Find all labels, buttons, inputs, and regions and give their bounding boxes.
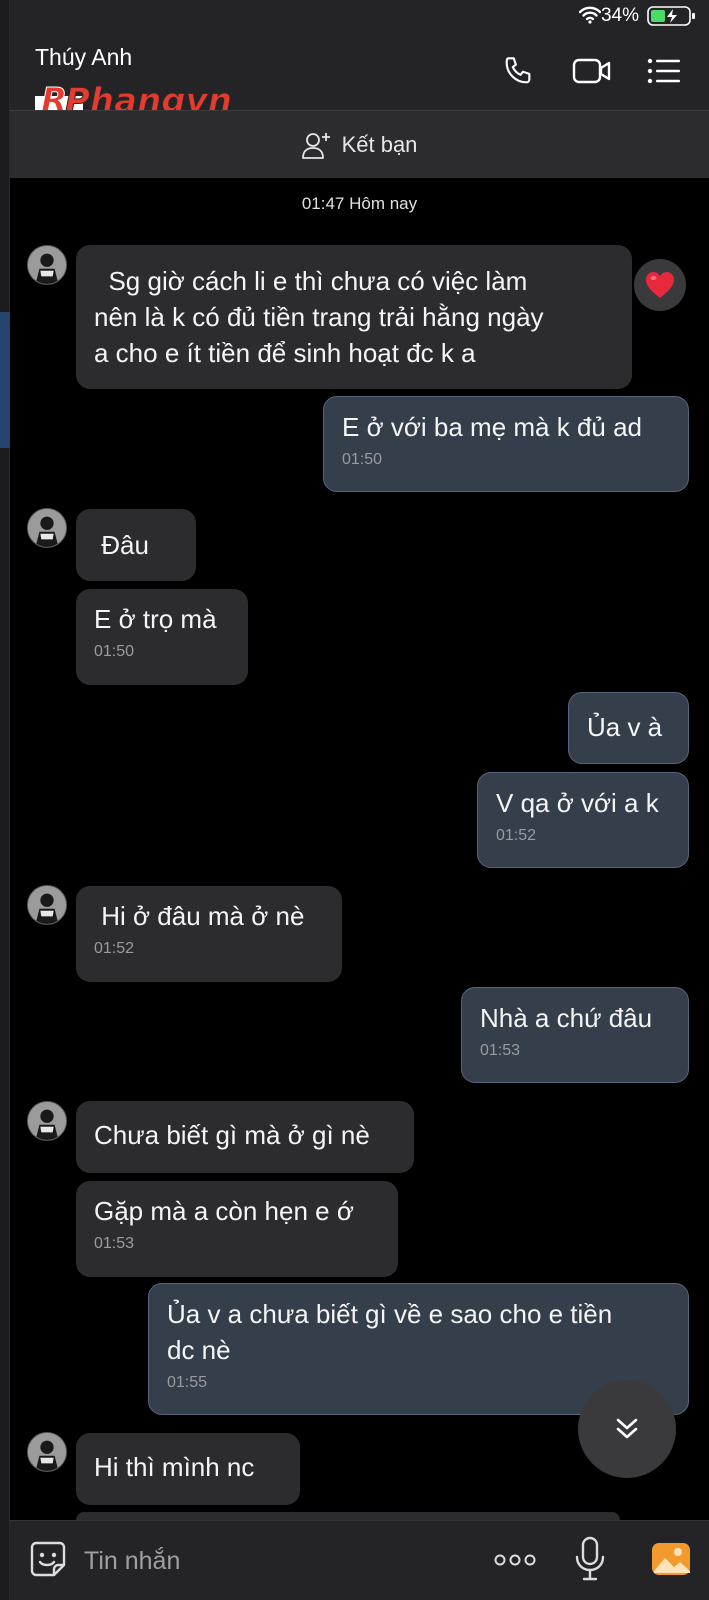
- message-time: 01:53: [94, 1235, 135, 1252]
- add-friend-icon: [301, 132, 330, 159]
- message-bubble-incoming[interactable]: Hi ở đâu mà ở nè 01:52: [76, 886, 342, 982]
- message-bubble-incoming[interactable]: Hi thì mình nc: [76, 1433, 300, 1505]
- more-icon[interactable]: [492, 1545, 538, 1575]
- chat-header: Thúy Anh R Phangvn .NET: [10, 32, 709, 155]
- message-time: 01:50: [342, 451, 383, 468]
- message-bubble-outgoing[interactable]: V qa ở với a k 01:52: [477, 772, 689, 868]
- add-friend-bar: Kết bạn: [10, 110, 709, 178]
- message-time: 01:50: [94, 643, 135, 660]
- scroll-to-bottom-button[interactable]: [578, 1380, 676, 1478]
- message-bubble-outgoing[interactable]: E ở với ba mẹ mà k đủ ad 01:50: [323, 396, 689, 492]
- message-text: Đâu: [94, 530, 149, 560]
- message-time: 01:52: [94, 940, 135, 957]
- message-text: E ở trọ mà: [94, 604, 217, 634]
- battery-percent: 34%: [600, 5, 639, 26]
- message-text: E ở với ba mẹ mà k đủ ad: [342, 412, 643, 442]
- wifi-icon: [579, 6, 601, 24]
- message-reaction[interactable]: [634, 259, 686, 311]
- previous-screen-edge: [0, 0, 10, 1600]
- message-time: 01:52: [496, 827, 537, 844]
- message-bubble-incoming[interactable]: Chưa biết gì mà ở gì nè: [76, 1101, 414, 1173]
- message-text: Hi ở đâu mà ở nè: [94, 901, 305, 931]
- microphone-icon[interactable]: [572, 1535, 608, 1583]
- previous-screen-accent: [0, 312, 10, 448]
- add-friend-label: Kết bạn: [341, 131, 418, 157]
- message-bubble-outgoing[interactable]: Ủa v à: [568, 692, 689, 764]
- contact-avatar[interactable]: [27, 1101, 67, 1141]
- phone-icon: [505, 57, 531, 84]
- video-call-button[interactable]: [572, 52, 612, 90]
- contact-avatar[interactable]: [27, 1432, 67, 1472]
- message-bubble-partial[interactable]: [76, 1512, 620, 1520]
- message-text: Nhà a chứ đâu: [480, 1003, 653, 1033]
- message-text: Chưa biết gì mà ở gì nè: [94, 1120, 370, 1150]
- contact-avatar[interactable]: [27, 508, 67, 548]
- message-text: V qa ở với a k: [496, 788, 659, 818]
- message-bubble-incoming[interactable]: Đâu: [76, 509, 196, 581]
- video-camera-icon: [572, 58, 611, 84]
- battery-icon: [647, 6, 695, 26]
- add-friend-button[interactable]: Kết bạn: [301, 131, 418, 159]
- message-bubble-incoming[interactable]: E ở trọ mà 01:50: [76, 589, 248, 685]
- message-text: Ủa v à: [587, 712, 663, 742]
- message-composer: [10, 1520, 709, 1600]
- message-text: Gặp mà a còn hẹn e ớ: [94, 1196, 354, 1226]
- sticker-icon[interactable]: [28, 1539, 68, 1579]
- chevron-double-down-icon: [616, 1418, 638, 1439]
- menu-icon: [647, 58, 680, 84]
- heart-icon: [646, 272, 674, 298]
- gallery-icon[interactable]: [650, 1539, 692, 1579]
- message-text: Hi thì mình nc: [94, 1452, 255, 1482]
- message-text: Sg giờ cách li e thì chưa có việc làm nê…: [94, 266, 544, 368]
- date-divider: 01:47 Hôm nay: [301, 194, 418, 213]
- contact-avatar[interactable]: [27, 245, 67, 285]
- voice-call-button[interactable]: [498, 52, 538, 90]
- message-bubble-outgoing[interactable]: Nhà a chứ đâu 01:53: [461, 987, 689, 1083]
- message-time: 01:55: [167, 1374, 208, 1391]
- message-time: 01:53: [480, 1042, 521, 1059]
- message-text: Ủa v a chưa biết gì về e sao cho e tiền …: [167, 1299, 613, 1365]
- message-input[interactable]: [84, 1541, 464, 1581]
- contact-avatar[interactable]: [27, 885, 67, 925]
- message-bubble-incoming[interactable]: Sg giờ cách li e thì chưa có việc làm nê…: [76, 245, 632, 389]
- status-bar: 34%: [10, 0, 709, 32]
- chat-options-button[interactable]: [644, 52, 684, 90]
- message-bubble-incoming[interactable]: Gặp mà a còn hẹn e ớ 01:53: [76, 1181, 398, 1277]
